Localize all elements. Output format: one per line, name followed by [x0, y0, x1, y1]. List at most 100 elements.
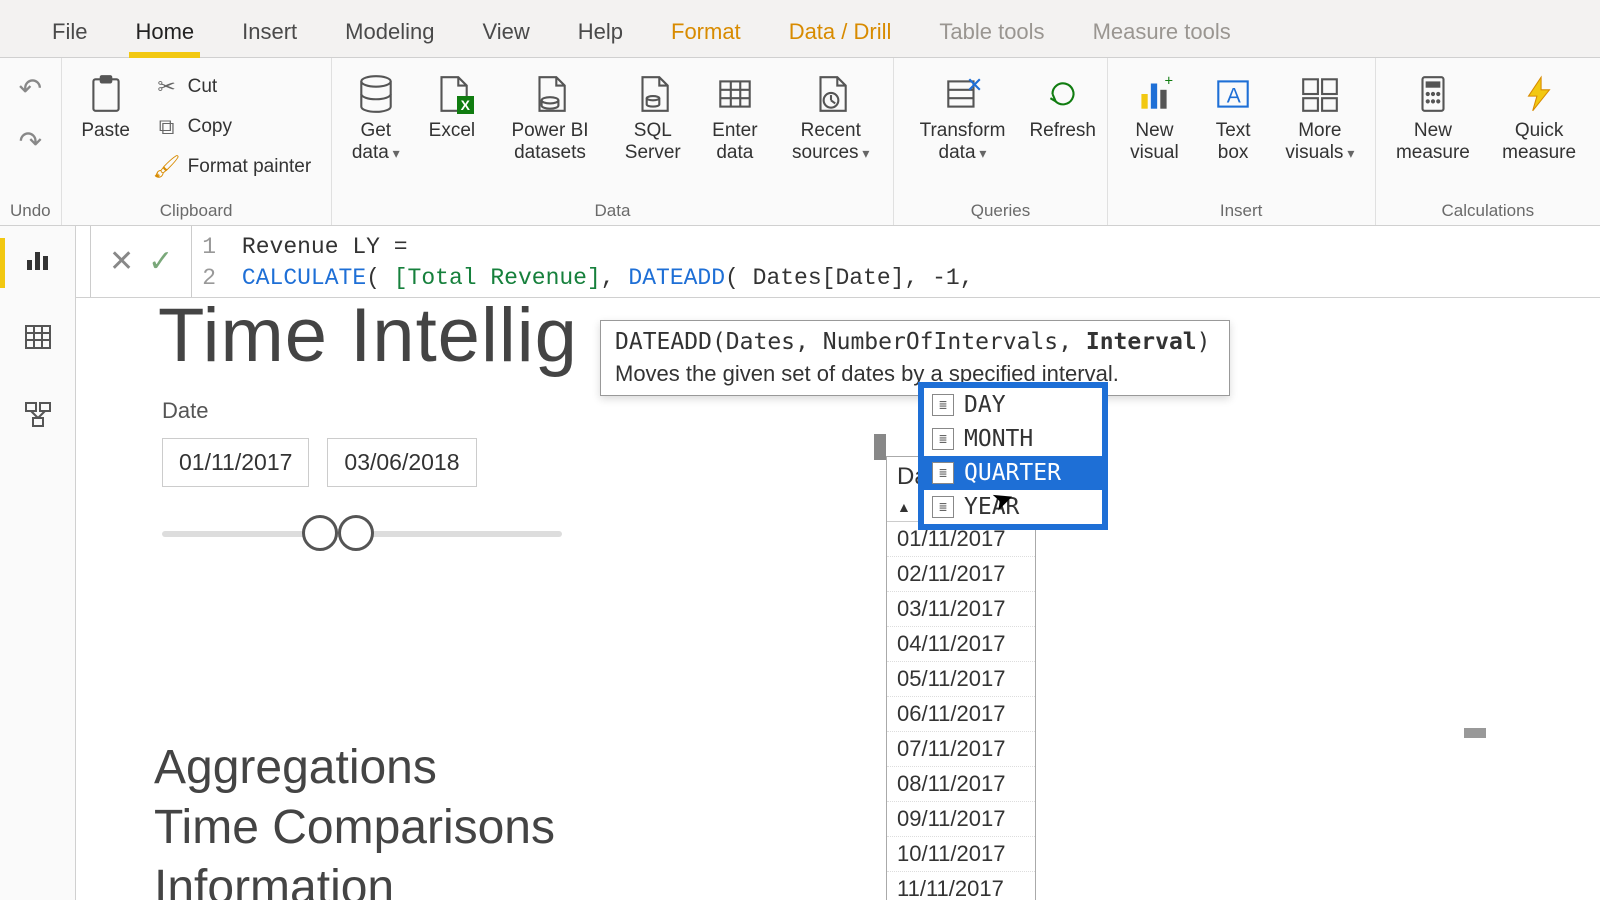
slicer-field-label: Date — [162, 398, 562, 424]
redo-button[interactable]: ↷ — [13, 119, 48, 164]
ribbon-group-insert: + New visual A Text box More visuals Ins… — [1108, 58, 1376, 225]
view-switcher — [0, 226, 76, 900]
ribbon-group-label-insert: Insert — [1118, 199, 1365, 221]
page-title: Time Intellig — [158, 298, 578, 379]
formula-commit-button[interactable]: ✓ — [148, 244, 173, 279]
calculator-icon — [1409, 70, 1457, 118]
tab-data-drill[interactable]: Data / Drill — [765, 3, 916, 57]
slicer-end-date[interactable]: 03/06/2018 — [327, 438, 476, 487]
autocomplete-item[interactable]: ≣MONTH — [924, 422, 1102, 456]
ribbon-group-undo: ↶ ↷ Undo — [0, 58, 62, 225]
enum-icon: ≣ — [932, 462, 954, 484]
text-box-button[interactable]: A Text box — [1199, 66, 1267, 164]
tab-modeling[interactable]: Modeling — [321, 3, 458, 57]
textbox-icon: A — [1209, 70, 1257, 118]
copy-button[interactable]: ⧉ Copy — [148, 110, 318, 144]
autocomplete-item[interactable]: ≣DAY — [924, 388, 1102, 422]
ribbon-group-label-calculations: Calculations — [1386, 199, 1590, 221]
svg-text:+: + — [1165, 74, 1174, 90]
get-data-button[interactable]: Get data — [342, 66, 410, 164]
refresh-button[interactable]: Refresh — [1029, 66, 1097, 142]
table-cell[interactable]: 02/11/2017 — [887, 557, 1035, 592]
tab-measure-tools[interactable]: Measure tools — [1069, 3, 1255, 57]
slider-thumb-end[interactable] — [338, 515, 374, 551]
sql-server-button[interactable]: SQL Server — [614, 66, 691, 164]
scissors-icon: ✂ — [154, 74, 180, 100]
formula-cancel-button[interactable]: ✕ — [109, 244, 134, 279]
table-cell[interactable]: 10/11/2017 — [887, 837, 1035, 872]
table-cell[interactable]: 06/11/2017 — [887, 697, 1035, 732]
enter-data-button[interactable]: Enter data — [700, 66, 771, 164]
date-slicer[interactable]: Date 01/11/2017 03/06/2018 — [162, 398, 562, 555]
paste-button[interactable]: Paste — [72, 66, 140, 142]
excel-icon: X — [428, 70, 476, 118]
more-visuals-icon — [1296, 70, 1344, 118]
transform-data-button[interactable]: Transform data — [904, 66, 1020, 164]
excel-button[interactable]: X Excel — [418, 66, 486, 142]
powerbi-datasets-button[interactable]: Power BI datasets — [494, 66, 606, 164]
tab-table-tools[interactable]: Table tools — [915, 3, 1068, 57]
table-cell[interactable]: 07/11/2017 — [887, 732, 1035, 767]
data-view-button[interactable] — [17, 316, 59, 366]
table-cell[interactable]: 11/11/2017 — [887, 872, 1035, 900]
table-cell[interactable]: 03/11/2017 — [887, 592, 1035, 627]
lightning-icon — [1515, 70, 1563, 118]
ribbon-group-clipboard: Paste ✂ Cut ⧉ Copy 🖌 Format painter Clip… — [62, 58, 332, 225]
copy-icon: ⧉ — [154, 114, 180, 140]
function-signature-tooltip: DATEADD(Dates, NumberOfIntervals, Interv… — [600, 320, 1230, 396]
table-cell[interactable]: 09/11/2017 — [887, 802, 1035, 837]
slicer-slider[interactable] — [162, 515, 562, 555]
table-cell[interactable]: 05/11/2017 — [887, 662, 1035, 697]
cut-button[interactable]: ✂ Cut — [148, 70, 318, 104]
sql-server-icon — [629, 70, 677, 118]
format-painter-button[interactable]: 🖌 Format painter — [148, 150, 318, 184]
report-view-button[interactable] — [17, 238, 59, 288]
slicer-start-date[interactable]: 01/11/2017 — [162, 438, 309, 487]
tab-format[interactable]: Format — [647, 3, 765, 57]
model-view-button[interactable] — [17, 394, 59, 444]
autocomplete-item[interactable]: ≣YEAR — [924, 490, 1102, 524]
table-cell[interactable]: 08/11/2017 — [887, 767, 1035, 802]
line-number: 2 — [202, 265, 216, 291]
table-icon — [711, 70, 759, 118]
new-visual-button[interactable]: + New visual — [1118, 66, 1191, 164]
formula-bar: ✕ ✓ 1 Revenue LY = 2 CALCULATE( [Total R… — [76, 226, 1600, 298]
visual-icon: + — [1130, 70, 1178, 118]
recent-sources-button[interactable]: Recent sources — [778, 66, 883, 164]
ribbon-group-label-clipboard: Clipboard — [72, 199, 321, 221]
refresh-icon — [1039, 70, 1087, 118]
tab-home[interactable]: Home — [111, 3, 218, 57]
autocomplete-item[interactable]: ≣QUARTER — [924, 456, 1102, 490]
new-measure-button[interactable]: New measure — [1386, 66, 1481, 164]
database-icon — [352, 70, 400, 118]
text-line: Aggregations — [154, 738, 555, 798]
ribbon-tabs: File Home Insert Modeling View Help Form… — [0, 0, 1600, 58]
tab-view[interactable]: View — [458, 3, 553, 57]
paintbrush-icon: 🖌 — [154, 154, 180, 180]
table-cell[interactable]: 04/11/2017 — [887, 627, 1035, 662]
ribbon-group-calculations: New measure Quick measure Calculations — [1376, 58, 1600, 225]
sort-ascending-icon: ▲ — [897, 499, 911, 515]
transform-icon — [939, 70, 987, 118]
ribbon-content: ↶ ↷ Undo Paste ✂ Cut ⧉ Copy — [0, 58, 1600, 226]
recent-icon — [807, 70, 855, 118]
enum-icon: ≣ — [932, 496, 954, 518]
selection-handle[interactable] — [1464, 728, 1486, 738]
text-visual[interactable]: Aggregations Time Comparisons Informatio… — [154, 738, 555, 900]
more-visuals-button[interactable]: More visuals — [1275, 66, 1364, 164]
undo-button[interactable]: ↶ — [13, 66, 48, 111]
quick-measure-button[interactable]: Quick measure — [1488, 66, 1590, 164]
tab-help[interactable]: Help — [554, 3, 647, 57]
text-line: Information — [154, 858, 555, 900]
formula-editor[interactable]: 1 Revenue LY = 2 CALCULATE( [Total Reven… — [192, 226, 1600, 297]
visual-resize-handle[interactable] — [874, 434, 886, 460]
dataset-icon — [526, 70, 574, 118]
clipboard-icon — [82, 70, 130, 118]
ribbon-group-data: Get data X Excel Power BI datasets SQ — [332, 58, 895, 225]
tab-file[interactable]: File — [28, 3, 111, 57]
slider-thumb-start[interactable] — [302, 515, 338, 551]
formula-area: ✕ ✓ 1 Revenue LY = 2 CALCULATE( [Total R… — [76, 226, 1600, 298]
ribbon-group-queries: Transform data Refresh Queries — [894, 58, 1107, 225]
tab-insert[interactable]: Insert — [218, 3, 321, 57]
autocomplete-popup: ≣DAY≣MONTH≣QUARTER≣YEAR — [918, 382, 1108, 530]
